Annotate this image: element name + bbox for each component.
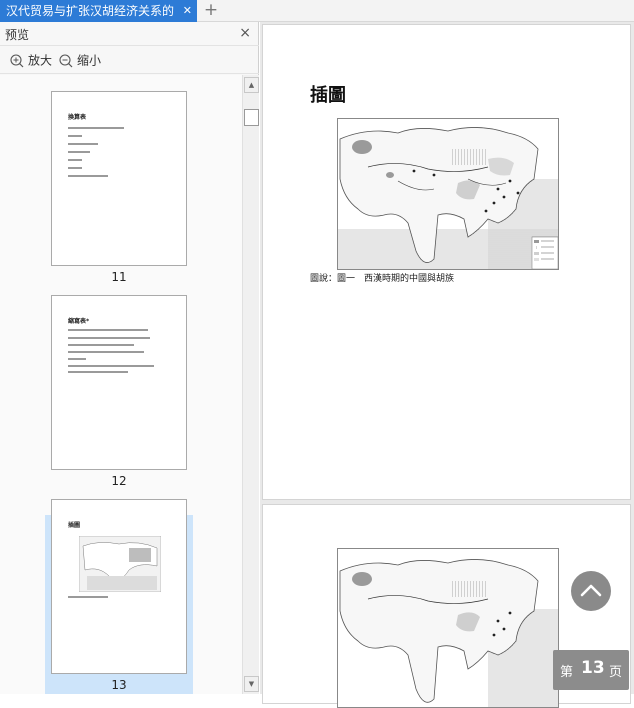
thumbnail-page-13[interactable]: 插圖 [51,499,187,674]
page-indicator-suffix: 页 [609,665,623,680]
page-heading: 插圖 [310,85,346,106]
preview-panel-title: 预览 [5,28,30,42]
thumbnail-number: 11 [111,270,127,284]
historical-map-image [338,119,558,269]
thumbnail-title: 插圖 [68,522,81,529]
figure-caption: 圖說：圖一 西漢時期的中國與胡族 [310,274,455,284]
page-indicator-prefix: 第 [560,665,574,680]
thumbnail-text-line [68,329,148,331]
thumbnail-text-line [68,358,86,360]
document-page: 插圖 圖說：圖一 西漢時期的中國與胡族 [262,24,631,500]
historical-map-image [338,549,558,707]
thumbnail-text-line [68,365,154,367]
back-to-top-button[interactable] [571,571,611,611]
thumbnail-title: 縮寫表* [68,318,90,325]
thumbnail-title: 換算表 [68,114,87,121]
zoom-out-icon [59,53,73,67]
thumbnail-text-line [68,344,134,346]
close-icon[interactable]: ✕ [183,0,192,22]
plus-icon[interactable]: + [203,0,219,22]
scroll-down-icon[interactable]: ▼ [244,676,259,692]
zoom-in-icon [10,53,24,67]
current-page-number: 13 [581,658,605,678]
thumbnail-list: 換算表 11 縮寫表* 12 插圖 13 [0,75,242,694]
close-icon[interactable]: × [239,25,251,41]
thumbnail-text-line [68,151,90,153]
document-tab[interactable]: 汉代贸易与扩张汉胡经济关系的 ✕ [0,0,197,22]
thumbnail-text-line [68,159,82,161]
chevron-up-icon [580,584,602,597]
zoom-in-button[interactable]: 放大 [10,52,52,68]
thumbnail-map-image [79,536,161,592]
thumbnail-text-line [68,371,128,373]
thumbnail-scrollbar[interactable]: ▲ ▼ [242,75,259,694]
zoom-out-label: 缩小 [77,53,102,68]
thumbnail-text-line [68,596,108,598]
page-indicator: 第 13 页 [553,650,629,690]
thumbnail-text-line [68,175,108,177]
thumbnail-text-line [68,127,124,129]
map-figure [337,118,559,270]
scroll-up-icon[interactable]: ▲ [244,77,259,93]
thumbnail-text-line [68,337,150,339]
tab-bar: 汉代贸易与扩张汉胡经济关系的 ✕ + [0,0,634,22]
preview-panel-header: 预览 × [0,22,259,46]
zoom-in-label: 放大 [28,53,53,68]
thumbnail-text-line [68,135,82,137]
thumbnail-page-11[interactable]: 換算表 [51,91,187,266]
thumbnail-text-line [68,167,82,169]
thumbnail-text-line [68,143,98,145]
zoom-out-button[interactable]: 缩小 [59,52,101,68]
thumbnail-number: 12 [111,474,127,488]
map-figure [337,548,559,708]
thumbnail-text-line [68,351,144,353]
document-viewer[interactable]: 插圖 圖說：圖一 西漢時期的中國與胡族 第 13 页 [260,22,634,708]
thumbnail-page-12[interactable]: 縮寫表* [51,295,187,470]
document-tab-title: 汉代贸易与扩张汉胡经济关系的 [6,4,175,18]
zoom-toolbar: 放大 缩小 [0,46,259,74]
thumbnail-number: 13 [111,678,127,692]
scrollbar-thumb[interactable] [244,109,259,126]
preview-panel: 预览 × 放大 缩小 換算表 11 縮寫表* 12 插圖 13 ▲ ▼ [0,22,259,694]
